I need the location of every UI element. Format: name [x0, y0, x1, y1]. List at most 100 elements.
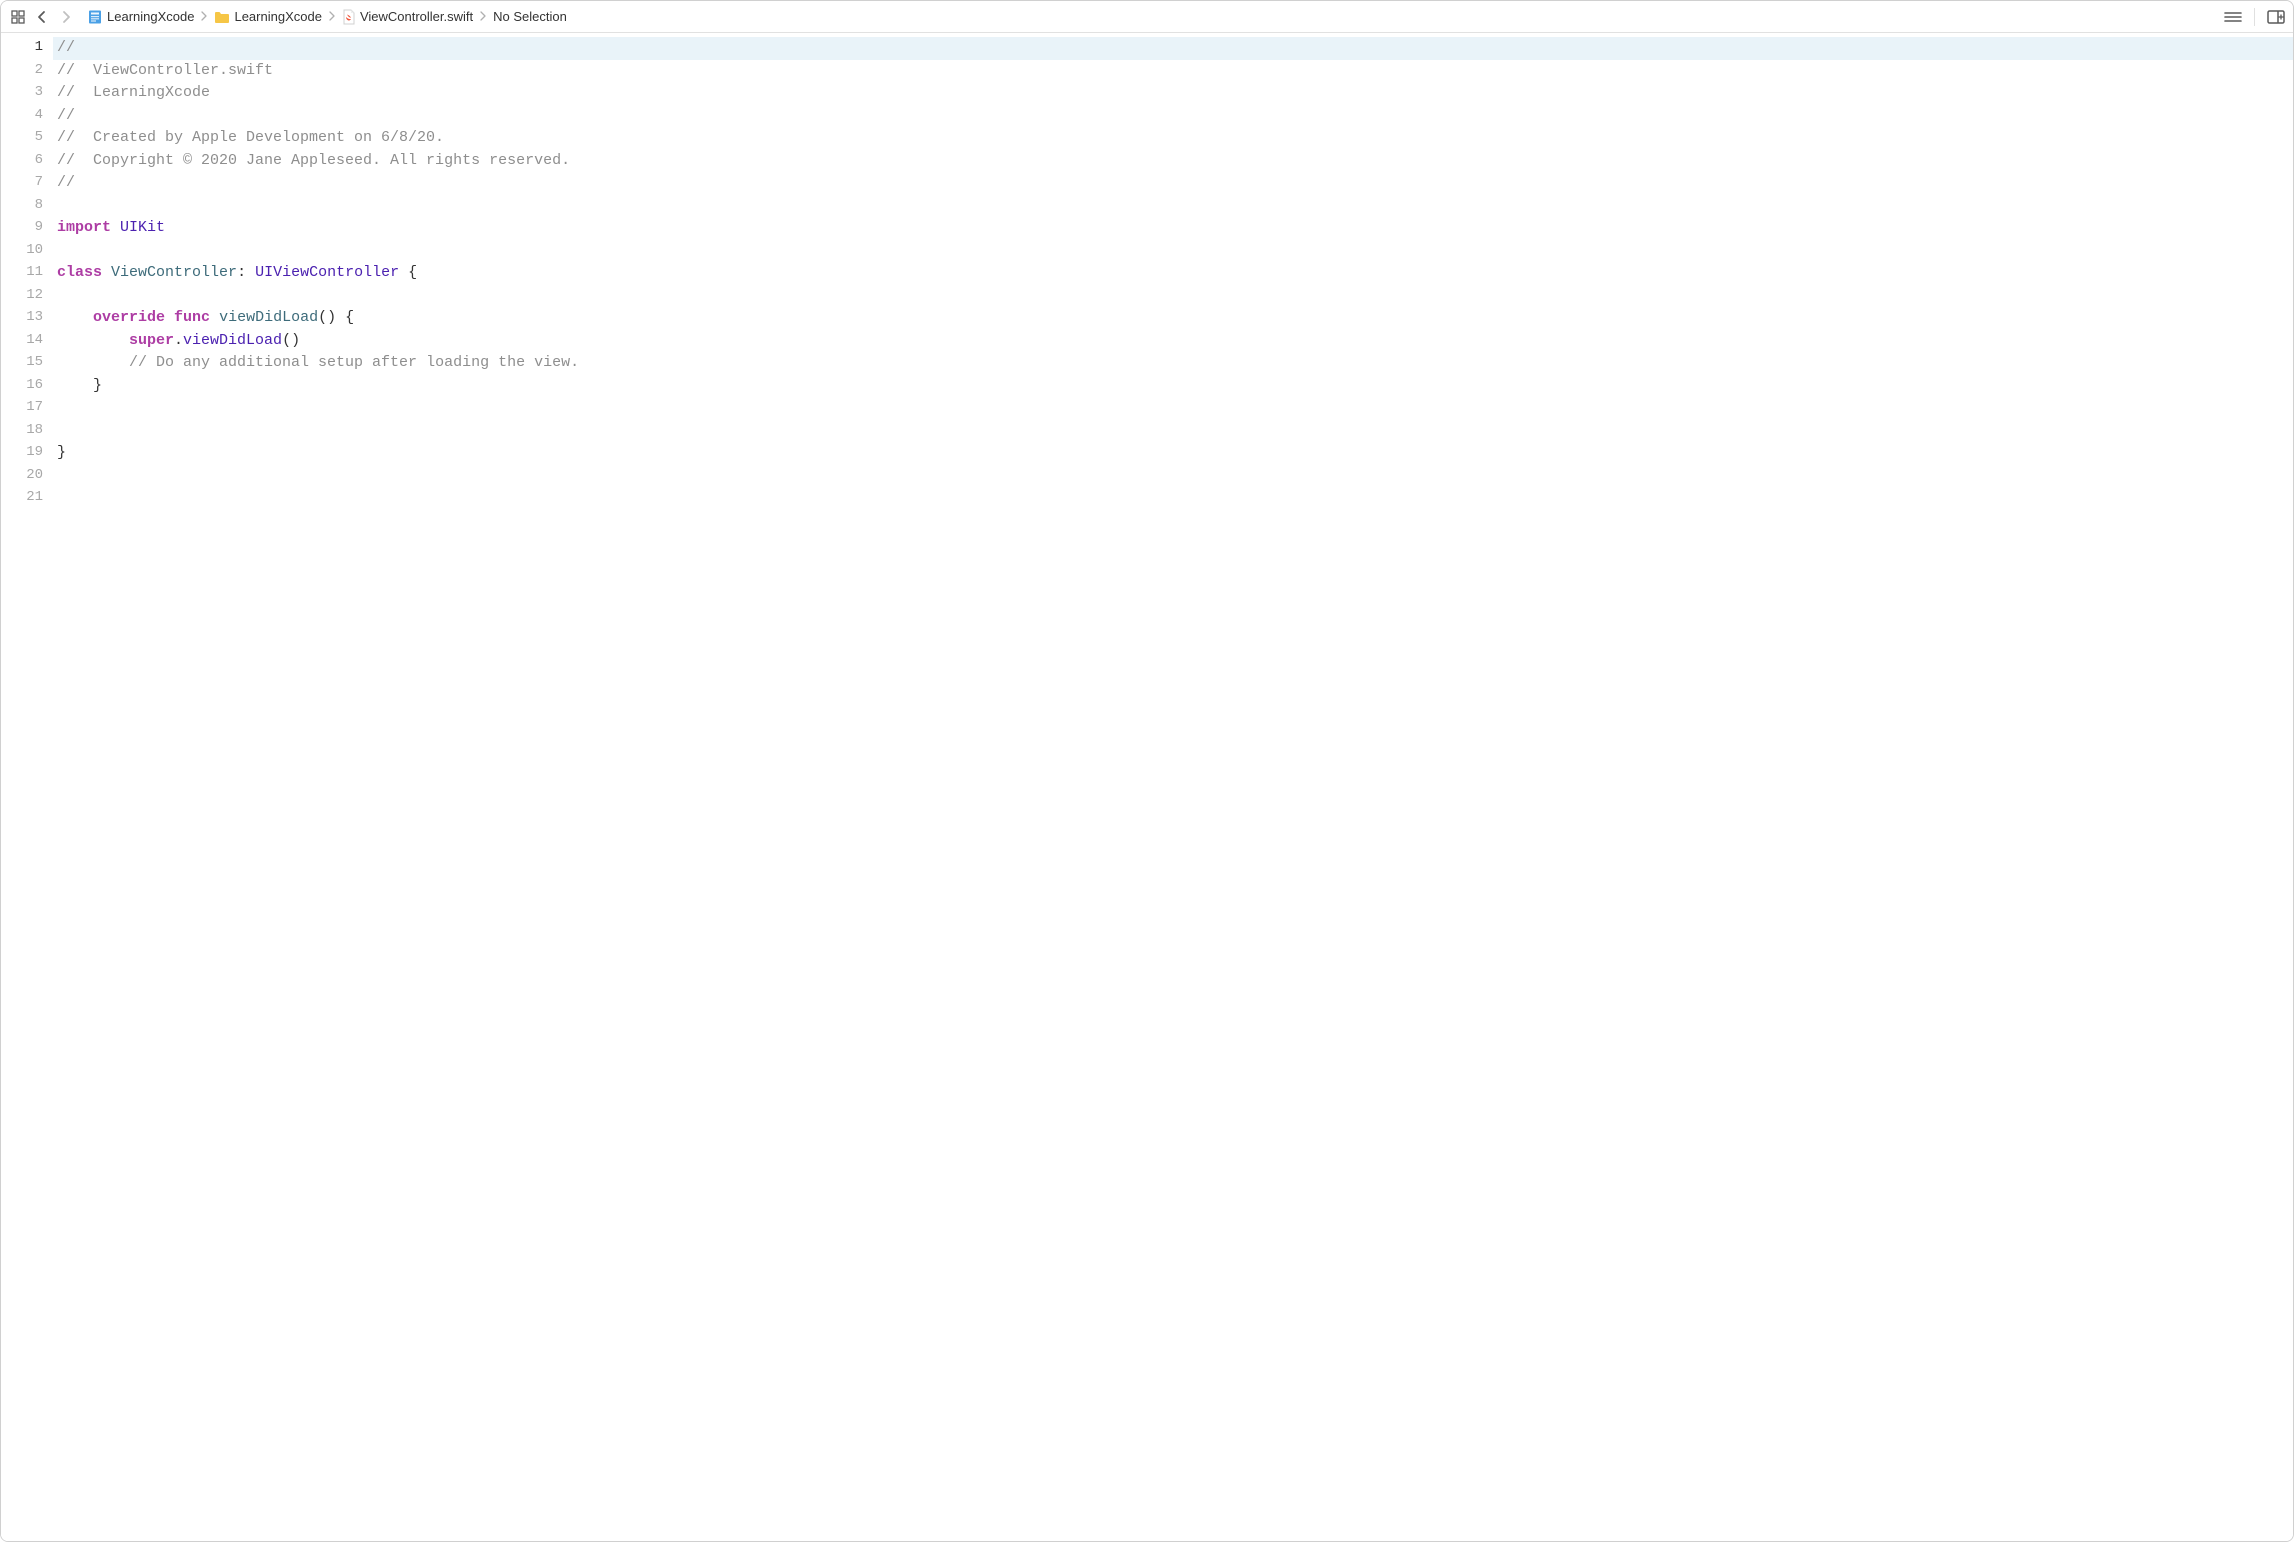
line-number[interactable]: 2 [1, 60, 43, 83]
code-line[interactable] [53, 465, 2293, 488]
swift-file-icon [342, 9, 356, 25]
code-line[interactable]: class ViewController: UIViewController { [53, 262, 2293, 285]
code-token: // [57, 174, 75, 191]
code-line[interactable]: // [53, 37, 2293, 60]
breadcrumb-group[interactable]: LearningXcode [210, 7, 325, 26]
code-line[interactable]: import UIKit [53, 217, 2293, 240]
code-token: // ViewController.swift [57, 62, 273, 79]
breadcrumb-group-label: LearningXcode [234, 9, 321, 24]
line-number[interactable]: 9 [1, 217, 43, 240]
code-token [57, 354, 129, 371]
code-token: // LearningXcode [57, 84, 210, 101]
breadcrumb-project-label: LearningXcode [107, 9, 194, 24]
line-number[interactable]: 1 [1, 37, 43, 60]
code-token: UIViewController [255, 264, 399, 281]
breadcrumb-separator [479, 10, 487, 24]
breadcrumb-separator [200, 10, 208, 24]
line-number[interactable]: 13 [1, 307, 43, 330]
line-number[interactable]: 16 [1, 375, 43, 398]
breadcrumb-project[interactable]: LearningXcode [83, 7, 198, 27]
jumpbar-right-controls [2216, 6, 2287, 28]
code-line[interactable]: super.viewDidLoad() [53, 330, 2293, 353]
code-line[interactable]: // LearningXcode [53, 82, 2293, 105]
breadcrumb-file[interactable]: ViewController.swift [338, 7, 477, 27]
code-line[interactable]: // Copyright © 2020 Jane Appleseed. All … [53, 150, 2293, 173]
line-number[interactable]: 18 [1, 420, 43, 443]
breadcrumb-selection[interactable]: No Selection [489, 7, 571, 26]
code-token [102, 264, 111, 281]
line-number[interactable]: 6 [1, 150, 43, 173]
add-editor-button[interactable] [2265, 6, 2287, 28]
breadcrumb-selection-label: No Selection [493, 9, 567, 24]
source-editor[interactable]: 123456789101112131415161718192021 //// V… [1, 33, 2293, 1541]
line-number[interactable]: 4 [1, 105, 43, 128]
code-token: func [174, 309, 210, 326]
nav-forward-button[interactable] [55, 6, 77, 28]
code-token [165, 309, 174, 326]
add-editor-icon [2267, 10, 2285, 24]
line-number[interactable]: 14 [1, 330, 43, 353]
code-line[interactable] [53, 240, 2293, 263]
code-line[interactable]: } [53, 375, 2293, 398]
code-line[interactable] [53, 195, 2293, 218]
code-line[interactable]: // [53, 172, 2293, 195]
jump-bar: LearningXcode LearningXcode Vi [1, 1, 2293, 33]
code-line[interactable]: override func viewDidLoad() { [53, 307, 2293, 330]
nav-back-button[interactable] [31, 6, 53, 28]
code-line[interactable] [53, 420, 2293, 443]
code-token: // Created by Apple Development on 6/8/2… [57, 129, 444, 146]
code-line[interactable]: // Created by Apple Development on 6/8/2… [53, 127, 2293, 150]
code-line[interactable]: } [53, 442, 2293, 465]
code-line[interactable]: // Do any additional setup after loading… [53, 352, 2293, 375]
code-area[interactable]: // // ViewController.swift // LearningXcod… [53, 33, 2293, 1541]
line-number[interactable]: 17 [1, 397, 43, 420]
code-token [210, 309, 219, 326]
code-token: } [57, 444, 66, 461]
code-token: // Copyright © 2020 Jane Appleseed. All … [57, 152, 570, 169]
code-token [57, 332, 129, 349]
code-token: override [93, 309, 165, 326]
line-number[interactable]: 5 [1, 127, 43, 150]
line-number[interactable]: 8 [1, 195, 43, 218]
line-number[interactable]: 3 [1, 82, 43, 105]
line-number[interactable]: 7 [1, 172, 43, 195]
code-token: viewDidLoad [219, 309, 318, 326]
code-token: // Do any additional setup after loading… [129, 354, 579, 371]
code-token: class [57, 264, 102, 281]
line-number[interactable]: 21 [1, 487, 43, 510]
code-token: } [57, 377, 102, 394]
adjust-editor-options-icon [2224, 10, 2242, 24]
code-token: { [399, 264, 417, 281]
code-token: // [57, 39, 75, 56]
code-token: . [174, 332, 183, 349]
code-line[interactable] [53, 285, 2293, 308]
code-token: super [129, 332, 174, 349]
code-token [111, 219, 120, 236]
code-line[interactable] [53, 487, 2293, 510]
code-token: : [237, 264, 255, 281]
line-number-gutter[interactable]: 123456789101112131415161718192021 [1, 33, 53, 1541]
adjust-editor-options-button[interactable] [2222, 6, 2244, 28]
toolbar-divider [2254, 8, 2255, 26]
code-token: UIKit [120, 219, 165, 236]
line-number[interactable]: 11 [1, 262, 43, 285]
code-line[interactable]: // ViewController.swift [53, 60, 2293, 83]
line-number[interactable]: 10 [1, 240, 43, 263]
related-items-button[interactable] [7, 6, 29, 28]
folder-icon [214, 10, 230, 24]
code-token [57, 309, 93, 326]
line-number[interactable]: 15 [1, 352, 43, 375]
line-number[interactable]: 12 [1, 285, 43, 308]
project-icon [87, 9, 103, 25]
code-token: () [282, 332, 300, 349]
line-number[interactable]: 20 [1, 465, 43, 488]
line-number[interactable]: 19 [1, 442, 43, 465]
code-token: ViewController [111, 264, 237, 281]
code-line[interactable]: // [53, 105, 2293, 128]
code-token: import [57, 219, 111, 236]
chevron-right-icon [60, 10, 72, 24]
code-token: viewDidLoad [183, 332, 282, 349]
code-token: () { [318, 309, 354, 326]
code-line[interactable] [53, 397, 2293, 420]
related-items-icon [11, 10, 25, 24]
